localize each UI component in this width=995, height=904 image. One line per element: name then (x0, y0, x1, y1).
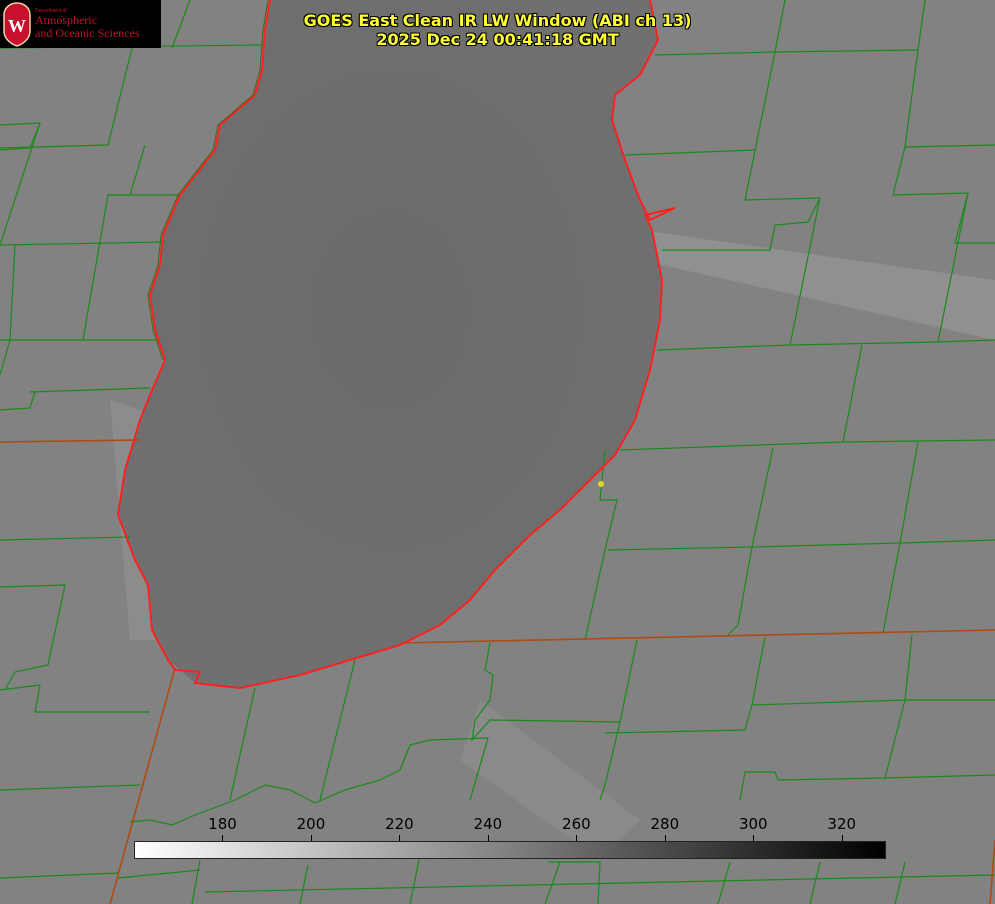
colorbar-tick-mark (753, 835, 755, 841)
colorbar-tick-mark (664, 835, 666, 841)
uw-aos-logo: W Department of Atmospheric and Oceanic … (0, 0, 161, 48)
colorbar-tick-mark (310, 835, 312, 841)
colorbar-tick-mark (576, 835, 578, 841)
colorbar-tick-label: 240 (473, 815, 503, 833)
crest-icon: W (3, 2, 31, 47)
logo-line-2: and Oceanic Sciences (35, 26, 140, 40)
colorbar-tick-label: 220 (385, 815, 414, 833)
station-marker (598, 481, 604, 487)
colorbar-tick-label: 180 (208, 815, 237, 833)
colorbar-tick-label: 300 (738, 815, 768, 833)
colorbar-tick-label: 260 (562, 815, 591, 833)
colorbar-tick-label: 320 (827, 815, 857, 833)
colorbar-tick-mark (487, 835, 489, 841)
colorbar-tick-mark (841, 835, 843, 841)
colorbar-tick-label: 280 (650, 815, 680, 833)
colorbar-tick-mark (399, 835, 401, 841)
crest-letter: W (8, 16, 26, 36)
image-title: GOES East Clean IR LW Window (ABI ch 13) (303, 11, 692, 30)
colorbar-tick-label: 200 (296, 815, 326, 833)
satellite-map[interactable] (0, 0, 995, 904)
temperature-colorbar (134, 841, 886, 859)
image-timestamp: 2025 Dec 24 00:41:18 GMT (376, 30, 619, 49)
colorbar-tick-mark (222, 835, 224, 841)
